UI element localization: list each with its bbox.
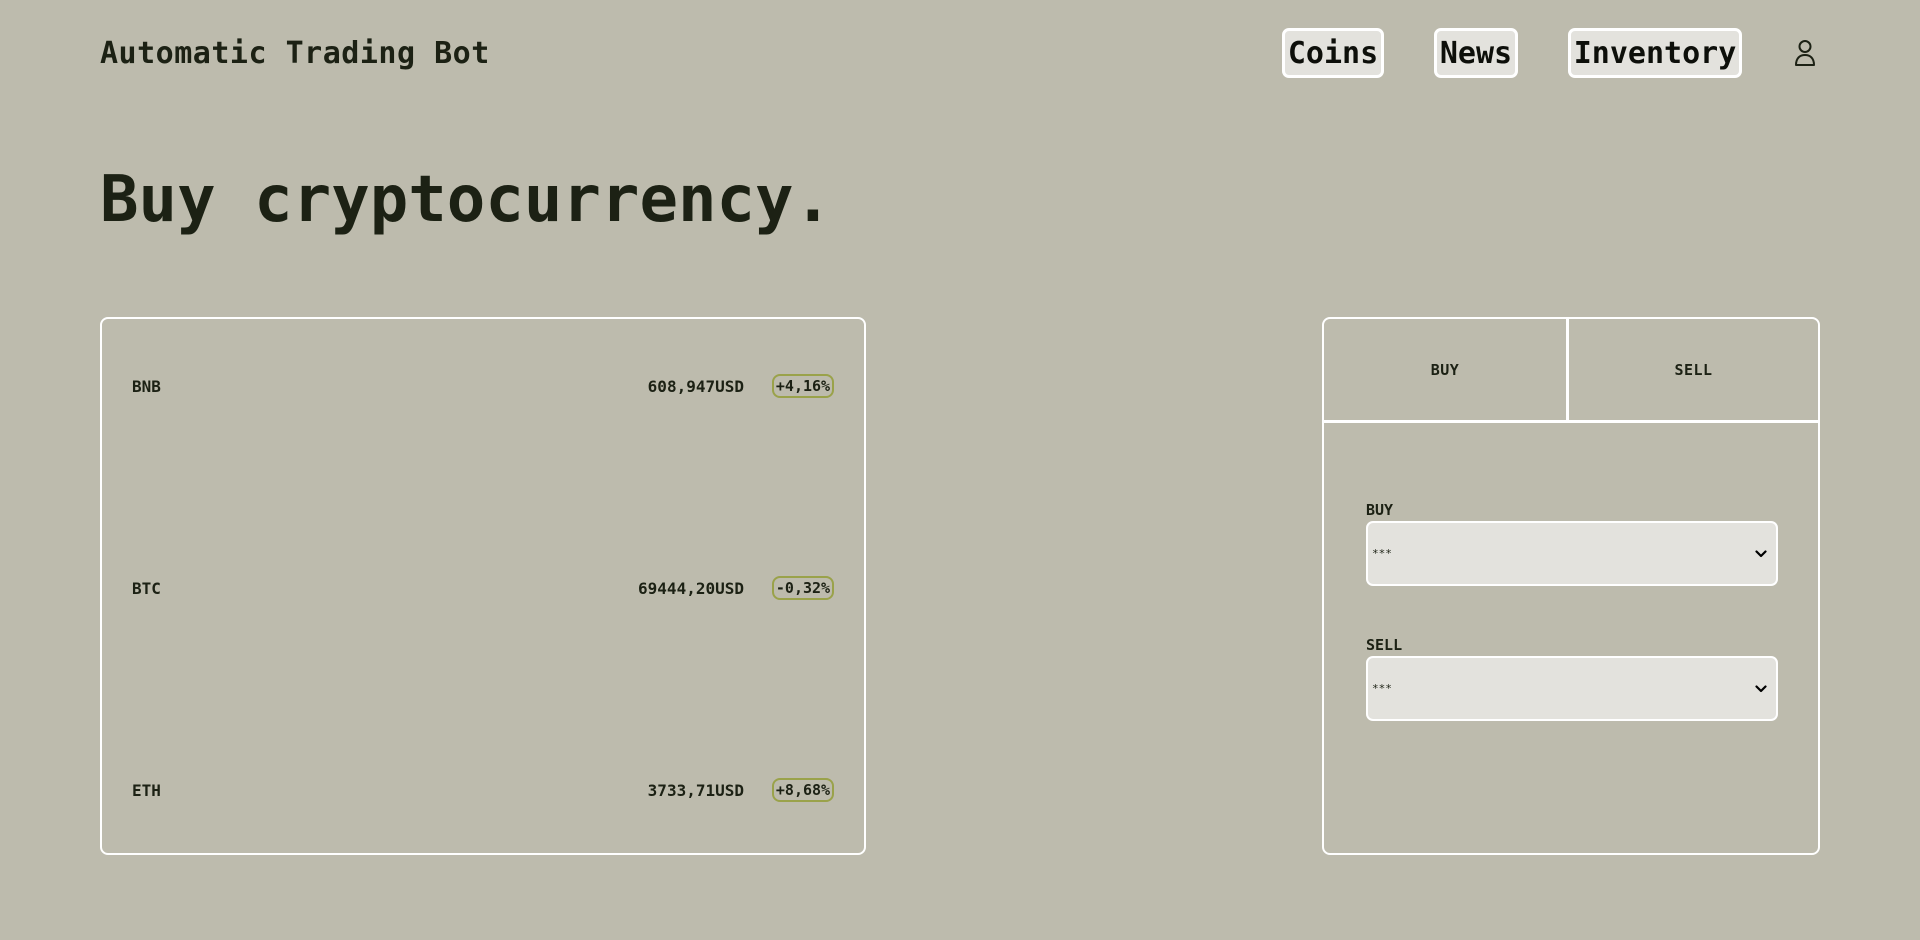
trade-tabs: BUY SELL xyxy=(1324,319,1818,423)
coin-price: 69444,20USD xyxy=(638,579,744,598)
nav-coins-button[interactable]: Coins xyxy=(1282,28,1384,78)
site-header: Automatic Trading Bot Coins News Invento… xyxy=(100,28,1820,80)
coin-symbol: ETH xyxy=(132,781,161,800)
coin-row[interactable]: ETH 3733,71USD +8,68% xyxy=(132,777,834,805)
user-icon[interactable] xyxy=(1792,37,1818,69)
nav-inventory-button[interactable]: Inventory xyxy=(1568,28,1742,78)
sell-field-label: SELL xyxy=(1366,636,1403,654)
coin-price: 3733,71USD xyxy=(647,781,744,800)
coin-row[interactable]: BTC 69444,20USD -0,32% xyxy=(132,575,834,603)
chevron-down-icon xyxy=(1754,549,1768,559)
tab-sell[interactable]: SELL xyxy=(1569,319,1818,420)
coin-change-badge: +8,68% xyxy=(772,778,834,802)
coin-symbol: BTC xyxy=(132,579,161,598)
tab-buy[interactable]: BUY xyxy=(1324,319,1569,420)
main-nav: Coins News Inventory xyxy=(1282,28,1820,78)
nav-news-button[interactable]: News xyxy=(1434,28,1518,78)
buy-field-label: BUY xyxy=(1366,501,1394,519)
user-icon-graphic xyxy=(1795,40,1815,66)
coin-symbol: BNB xyxy=(132,377,161,396)
coin-row[interactable]: BNB 608,947USD +4,16% xyxy=(132,373,834,401)
sell-select-value: *** xyxy=(1372,682,1392,695)
sell-select[interactable]: *** xyxy=(1366,656,1778,721)
trade-panel: BUY SELL BUY *** SELL *** xyxy=(1322,317,1820,855)
site-title: Automatic Trading Bot xyxy=(100,36,490,71)
coin-price: 608,947USD xyxy=(647,377,744,396)
coin-change-badge: +4,16% xyxy=(772,374,834,398)
chevron-down-icon xyxy=(1754,684,1768,694)
coin-list-panel: BNB 608,947USD +4,16% BTC 69444,20USD -0… xyxy=(100,317,866,855)
page-title: Buy cryptocurrency. xyxy=(100,163,833,237)
buy-select[interactable]: *** xyxy=(1366,521,1778,586)
coin-change-badge: -0,32% xyxy=(772,576,834,600)
buy-select-value: *** xyxy=(1372,547,1392,560)
